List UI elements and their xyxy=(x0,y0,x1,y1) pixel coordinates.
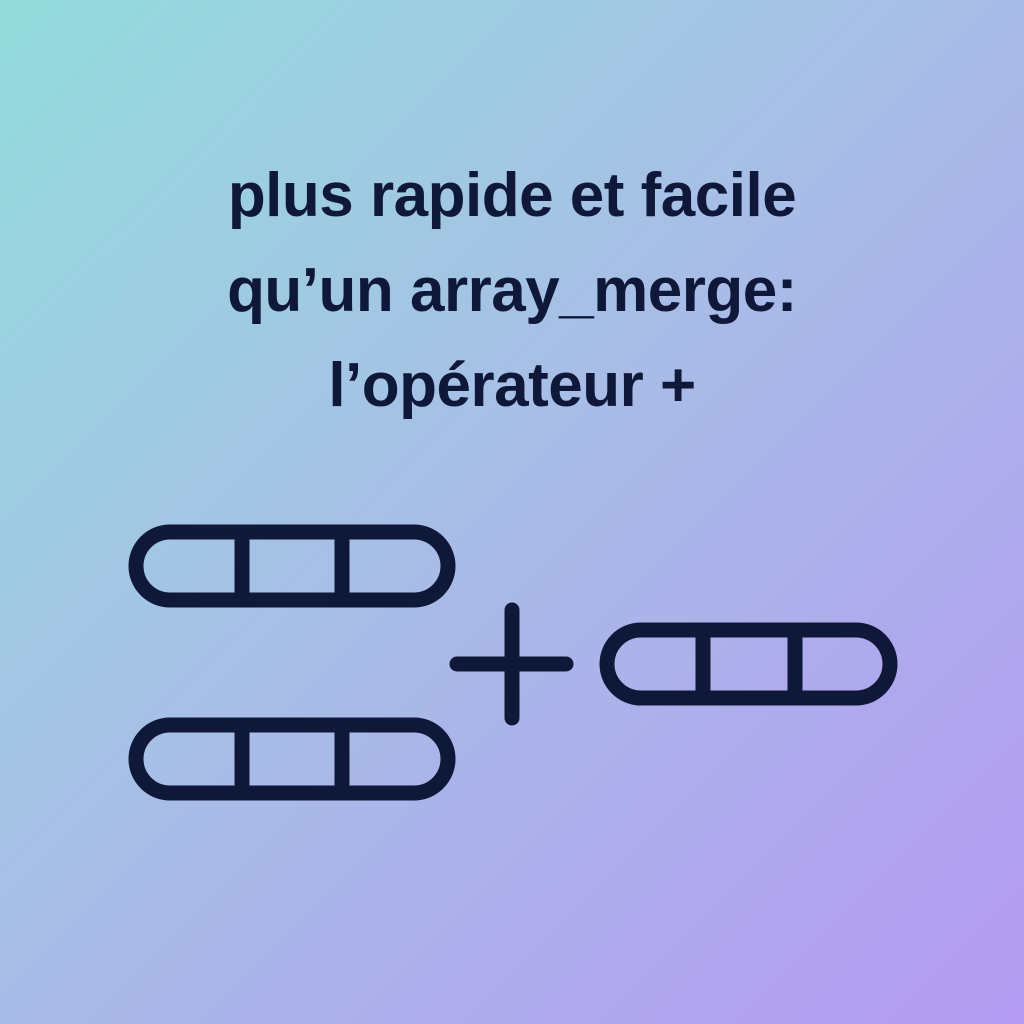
array-left-bottom-icon xyxy=(128,717,456,801)
array-right-icon xyxy=(599,622,898,706)
plus-icon xyxy=(449,602,574,726)
array-merge-illustration xyxy=(128,524,898,801)
array-left-top-icon xyxy=(128,524,456,608)
